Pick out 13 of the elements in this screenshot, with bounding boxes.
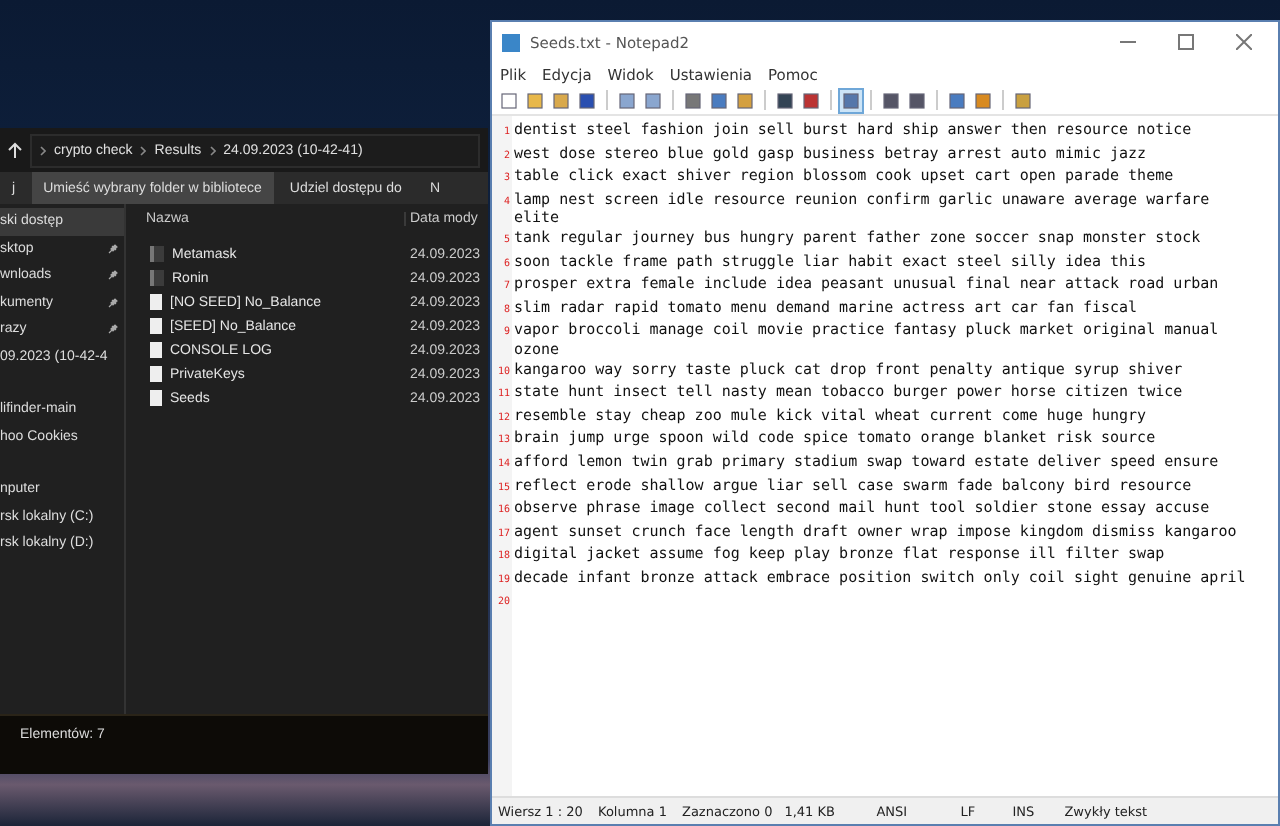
folder-icon	[150, 246, 164, 262]
chevron-icon	[140, 145, 147, 155]
chevron-icon	[40, 145, 46, 155]
pin-icon	[108, 270, 118, 281]
pin-icon	[108, 297, 118, 308]
pin-icon	[108, 243, 118, 254]
app-icon	[502, 33, 520, 51]
maximize-icon[interactable]	[1178, 34, 1194, 50]
close-icon[interactable]	[1236, 34, 1252, 50]
pin-icon	[108, 324, 118, 335]
chevron-icon	[209, 145, 216, 155]
folder-icon	[150, 270, 164, 286]
up-arrow-icon[interactable]	[8, 142, 22, 158]
